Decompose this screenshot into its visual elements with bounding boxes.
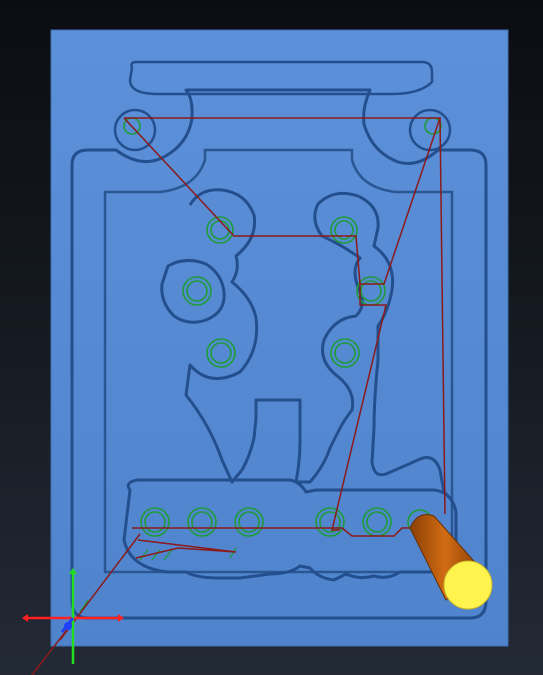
origin-marker: [64, 622, 72, 630]
cam-viewport[interactable]: [0, 0, 543, 675]
cam-scene[interactable]: [0, 0, 543, 675]
tool-tip: [443, 560, 493, 610]
x-axis-arrow-neg: [22, 614, 28, 622]
